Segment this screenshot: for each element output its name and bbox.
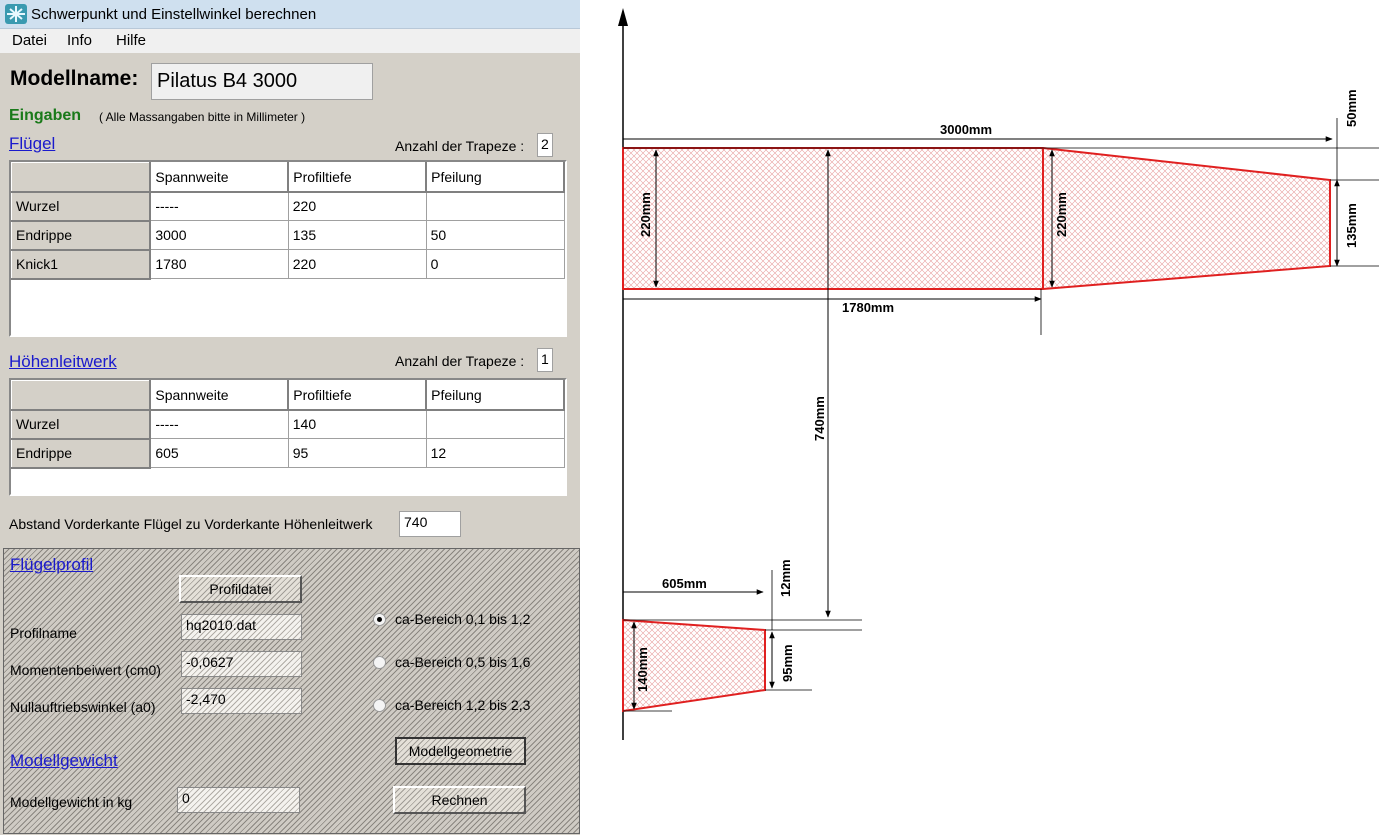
profile-name-label: Profilname <box>10 625 77 641</box>
row-label-endrippe: Endrippe <box>11 438 152 469</box>
tail-corner-cell <box>11 380 152 411</box>
knick-span-label: 1780mm <box>842 300 894 315</box>
range-label-2: ca-Bereich 0,5 bis 1,6 <box>395 654 531 670</box>
tail-tip-label: 95mm <box>780 644 795 682</box>
tail-cell[interactable]: 140 <box>288 409 427 439</box>
inputs-note: ( Alle Massangaben bitte in Millimeter ) <box>99 110 306 124</box>
distance-dim-label: 740mm <box>812 396 827 441</box>
y-axis-arrow <box>618 8 628 26</box>
wing-cell[interactable]: 50 <box>426 220 565 250</box>
range-radio-3[interactable] <box>373 699 386 712</box>
geometry-drawing: 3000mm 50mm 135mm 220mm 220mm 1780mm 740… <box>618 8 1379 740</box>
row-label-wurzel: Wurzel <box>11 409 152 440</box>
tip-sweep-label: 50mm <box>1344 89 1359 127</box>
profile-file-button[interactable]: Profildatei <box>179 575 302 603</box>
range-radio-1[interactable] <box>373 613 386 626</box>
model-name-label: Modellname: <box>10 67 139 90</box>
tail-cell[interactable]: 12 <box>426 438 565 468</box>
wing-col-profiltiefe: Profiltiefe <box>287 162 428 193</box>
wing-col-pfeilung: Pfeilung <box>425 162 565 193</box>
profile-weight-panel: Flügelprofil Profildatei Profilname hq20… <box>3 548 580 834</box>
model-geometry-button[interactable]: Modellgeometrie <box>395 737 526 765</box>
tail-col-spannweite: Spannweite <box>149 380 290 411</box>
tail-cell[interactable] <box>426 409 565 439</box>
weight-link[interactable]: Modellgewicht <box>10 751 118 771</box>
calculate-button[interactable]: Rechnen <box>393 786 526 814</box>
app-icon <box>5 4 27 24</box>
wing-cell[interactable]: 3000 <box>150 220 289 250</box>
wing-cell[interactable]: 0 <box>426 249 565 279</box>
root-depth-label: 220mm <box>638 192 653 237</box>
wing-table: Spannweite Profiltiefe Pfeilung Wurzel -… <box>9 160 567 337</box>
table-row: Wurzel ----- 140 <box>11 409 565 440</box>
range-label-1: ca-Bereich 0,1 bis 1,2 <box>395 611 531 627</box>
tail-cell[interactable]: 605 <box>150 438 289 468</box>
window-title: Schwerpunkt und Einstellwinkel berechnen <box>31 6 317 23</box>
tail-sweep-label: 12mm <box>778 559 793 597</box>
tail-link[interactable]: Höhenleitwerk <box>9 352 117 372</box>
inputs-heading: Eingaben <box>9 107 82 124</box>
range-radio-2[interactable] <box>373 656 386 669</box>
wing-link[interactable]: Flügel <box>9 134 55 154</box>
distance-input[interactable]: 740 <box>399 511 461 537</box>
row-label-knick1: Knick1 <box>11 249 152 280</box>
wing-col-spannweite: Spannweite <box>149 162 290 193</box>
tail-cell[interactable]: ----- <box>150 409 289 439</box>
profile-name-input[interactable]: hq2010.dat <box>181 614 302 640</box>
menu-datei[interactable]: Datei <box>12 32 47 49</box>
cm0-label: Momentenbeiwert (cm0) <box>10 662 161 678</box>
table-row: Wurzel ----- 220 <box>11 191 565 222</box>
app-window: Schwerpunkt und Einstellwinkel berechnen… <box>0 0 580 835</box>
wing-cell[interactable]: ----- <box>150 191 289 221</box>
tail-root-label: 140mm <box>635 647 650 692</box>
table-row: Endrippe 3000 135 50 <box>11 220 565 251</box>
wing-cell[interactable]: 135 <box>288 220 427 250</box>
profile-link[interactable]: Flügelprofil <box>10 555 93 575</box>
wing-inner-panel <box>623 148 1043 289</box>
wing-trapeze-input[interactable]: 2 <box>537 133 553 157</box>
weight-label: Modellgewicht in kg <box>10 794 133 810</box>
range-label-3: ca-Bereich 1,2 bis 2,3 <box>395 697 531 713</box>
a0-label: Nullauftriebswinkel (a0) <box>10 699 156 715</box>
row-label-wurzel: Wurzel <box>11 191 152 222</box>
tail-col-profiltiefe: Profiltiefe <box>287 380 428 411</box>
tail-trapeze-input[interactable]: 1 <box>537 348 553 372</box>
wing-trapeze-label: Anzahl der Trapeze : <box>395 138 525 154</box>
menu-info[interactable]: Info <box>67 32 92 49</box>
tail-col-pfeilung: Pfeilung <box>425 380 565 411</box>
table-row: Endrippe 605 95 12 <box>11 438 565 469</box>
wing-cell[interactable] <box>426 191 565 221</box>
span-dim-label: 3000mm <box>940 122 992 137</box>
tail-trapeze-label: Anzahl der Trapeze : <box>395 353 525 369</box>
row-label-endrippe: Endrippe <box>11 220 152 251</box>
weight-input[interactable]: 0 <box>177 787 300 813</box>
distance-label: Abstand Vorderkante Flügel zu Vorderkant… <box>9 516 373 532</box>
title-bar: Schwerpunkt und Einstellwinkel berechnen <box>0 0 580 29</box>
wing-cell[interactable]: 220 <box>288 191 427 221</box>
knick-depth-label: 220mm <box>1054 192 1069 237</box>
cm0-input[interactable]: -0,0627 <box>181 651 302 677</box>
tip-depth-label: 135mm <box>1344 203 1359 248</box>
tail-span-label: 605mm <box>662 576 707 591</box>
menu-hilfe[interactable]: Hilfe <box>116 32 146 49</box>
wing-corner-cell <box>11 162 152 193</box>
tail-cell[interactable]: 95 <box>288 438 427 468</box>
wing-cell[interactable]: 1780 <box>150 249 289 279</box>
a0-input[interactable]: -2,470 <box>181 688 302 714</box>
tail-table: Spannweite Profiltiefe Pfeilung Wurzel -… <box>9 378 567 496</box>
wing-outer-panel <box>1043 148 1330 289</box>
table-row: Knick1 1780 220 0 <box>11 249 565 280</box>
model-name-input[interactable]: Pilatus B4 3000 <box>151 63 373 100</box>
menu-bar: Datei Info Hilfe <box>0 29 580 53</box>
wing-cell[interactable]: 220 <box>288 249 427 279</box>
